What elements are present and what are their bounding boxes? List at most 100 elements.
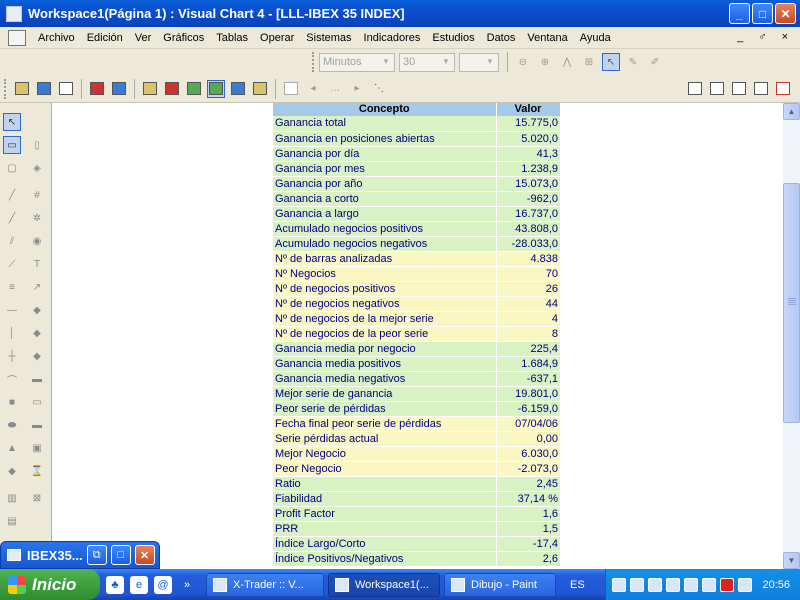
- script-icon[interactable]: ▣: [28, 439, 46, 457]
- draw-icon[interactable]: ✎: [624, 53, 642, 71]
- menu-ver[interactable]: Ver: [129, 32, 158, 44]
- grid-icon[interactable]: ▥: [3, 489, 21, 507]
- browser-icon[interactable]: @: [154, 575, 172, 594]
- interval-select[interactable]: 30 ▼: [399, 52, 455, 72]
- chart-window-icon-4[interactable]: [752, 80, 770, 98]
- start-button[interactable]: Inicio: [0, 569, 100, 600]
- scroll-down-icon[interactable]: ▼: [783, 552, 800, 569]
- mdi-controls[interactable]: _ ♂ ×: [737, 31, 794, 43]
- tree-icon[interactable]: ⋱: [370, 80, 388, 98]
- delete-icon[interactable]: ⊠: [28, 489, 46, 507]
- document-icon[interactable]: [8, 29, 26, 46]
- line-icon[interactable]: ╱: [3, 186, 21, 204]
- battery-icon[interactable]: [738, 577, 753, 592]
- scroll-thumb[interactable]: [783, 183, 800, 423]
- erase-icon[interactable]: ▭: [3, 136, 21, 154]
- marker-icon[interactable]: ◆: [28, 301, 46, 319]
- trendline-icon[interactable]: ╱: [3, 209, 21, 227]
- toolbar-grip[interactable]: [312, 52, 316, 72]
- zoom-in-icon[interactable]: ⊕: [536, 53, 554, 71]
- hourglass-icon[interactable]: ⌛: [28, 462, 46, 480]
- quotes-icon[interactable]: [110, 80, 128, 98]
- shield-icon[interactable]: [648, 577, 663, 592]
- menu-operar[interactable]: Operar: [254, 32, 300, 44]
- task-workspace[interactable]: Workspace1(...: [328, 572, 440, 597]
- print-icon[interactable]: [282, 80, 300, 98]
- language-indicator[interactable]: ES: [570, 579, 585, 591]
- study-icon[interactable]: [185, 80, 203, 98]
- folder-icon[interactable]: [141, 80, 159, 98]
- grid-lines-icon[interactable]: #: [28, 186, 46, 204]
- scale-icon[interactable]: ⊞: [580, 53, 598, 71]
- menu-tablas[interactable]: Tablas: [210, 32, 254, 44]
- chart-type-icon[interactable]: ⋀: [558, 53, 576, 71]
- network-icon[interactable]: [630, 577, 645, 592]
- restore-button[interactable]: ⧉: [86, 545, 107, 565]
- messenger-icon[interactable]: [702, 577, 717, 592]
- cards-icon[interactable]: ♣: [106, 575, 124, 594]
- chart-window-icon-1[interactable]: [686, 80, 704, 98]
- triangle-icon[interactable]: ▲: [3, 439, 21, 457]
- expert-icon[interactable]: [229, 80, 247, 98]
- scroll-range-icon[interactable]: …: [326, 80, 344, 98]
- vertical-scrollbar[interactable]: ▲ ▼: [783, 103, 800, 569]
- pointer-icon[interactable]: ↖: [3, 113, 21, 131]
- layers-icon[interactable]: ◈: [28, 159, 46, 177]
- up-marker-icon[interactable]: ◆: [28, 324, 46, 342]
- menu-graficos[interactable]: Gráficos: [157, 32, 210, 44]
- zoom-out-icon[interactable]: ⊖: [514, 53, 532, 71]
- arc-icon[interactable]: ⌒: [3, 370, 21, 388]
- square-icon[interactable]: ■: [3, 393, 21, 411]
- down-marker-icon[interactable]: ◆: [28, 347, 46, 365]
- channel-icon[interactable]: ⫽: [3, 232, 21, 250]
- extra-select[interactable]: ▼: [459, 52, 499, 72]
- cursor-icon[interactable]: ↖: [602, 53, 620, 71]
- close-button[interactable]: ✕: [775, 3, 796, 24]
- gear-icon[interactable]: ✲: [28, 209, 46, 227]
- task-paint[interactable]: Dibujo - Paint: [444, 572, 556, 597]
- save-icon[interactable]: [35, 80, 53, 98]
- rectangle-icon[interactable]: ▢: [3, 159, 21, 177]
- menu-datos[interactable]: Datos: [481, 32, 522, 44]
- chart-window-icon-3[interactable]: [730, 80, 748, 98]
- maximize-button[interactable]: □: [752, 3, 773, 24]
- table-icon[interactable]: ▤: [3, 512, 21, 530]
- panel-icon[interactable]: ▬: [28, 370, 46, 388]
- menu-sistemas[interactable]: Sistemas: [300, 32, 357, 44]
- indicator-icon[interactable]: [163, 80, 181, 98]
- menu-archivo[interactable]: Archivo: [32, 32, 81, 44]
- eye-icon[interactable]: ◉: [28, 232, 46, 250]
- sync-icon[interactable]: [666, 577, 681, 592]
- chart-window-icon-2[interactable]: [708, 80, 726, 98]
- system-icon[interactable]: [207, 79, 225, 98]
- scroll-left-icon[interactable]: ◂: [304, 80, 322, 98]
- ie-icon[interactable]: e: [130, 575, 148, 594]
- menu-estudios[interactable]: Estudios: [426, 32, 480, 44]
- panel-2-icon[interactable]: ▭: [28, 393, 46, 411]
- bar-chart-icon[interactable]: [88, 80, 106, 98]
- timeframe-select[interactable]: Minutos ▼: [319, 52, 395, 72]
- layout-icon[interactable]: ▯: [28, 136, 46, 154]
- parallel-icon[interactable]: ≡: [3, 278, 21, 296]
- scroll-up-icon[interactable]: ▲: [783, 103, 800, 120]
- text-icon[interactable]: T: [28, 255, 46, 273]
- toolbar-grip[interactable]: [4, 78, 8, 99]
- crosshair-icon[interactable]: ┼: [3, 347, 21, 365]
- menu-ayuda[interactable]: Ayuda: [574, 32, 617, 44]
- close-button[interactable]: ✕: [134, 545, 155, 565]
- more-icon[interactable]: »: [178, 576, 196, 594]
- diamond-icon[interactable]: ◆: [3, 462, 21, 480]
- scroll-right-icon[interactable]: ▸: [348, 80, 366, 98]
- menu-edicion[interactable]: Edición: [81, 32, 129, 44]
- open-icon[interactable]: [13, 80, 31, 98]
- m-icon[interactable]: [720, 577, 735, 592]
- horizontal-line-icon[interactable]: ―: [3, 301, 21, 319]
- arrow-icon[interactable]: ↗: [28, 278, 46, 296]
- network-icon[interactable]: [612, 577, 627, 592]
- minimize-button[interactable]: _: [729, 3, 750, 24]
- menu-ventana[interactable]: Ventana: [521, 32, 573, 44]
- task-xtrader[interactable]: X-Trader :: V...: [206, 572, 324, 597]
- chart-window-icon-5[interactable]: [774, 80, 792, 98]
- save-all-icon[interactable]: [57, 80, 75, 98]
- ellipse-icon[interactable]: ⬬: [3, 416, 21, 434]
